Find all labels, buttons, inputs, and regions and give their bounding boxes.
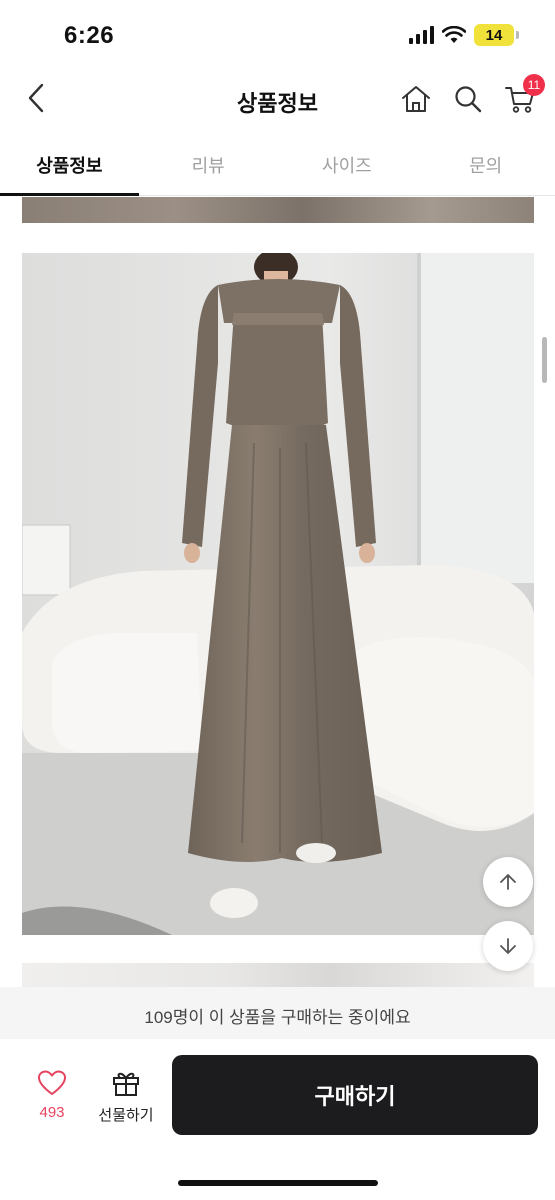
status-time: 6:26 <box>64 22 115 49</box>
product-detail-content[interactable] <box>0 197 555 987</box>
product-image <box>22 253 534 935</box>
buy-button[interactable]: 구매하기 <box>172 1055 538 1135</box>
product-image-partial-next <box>22 963 534 987</box>
product-image-partial <box>22 197 534 223</box>
signal-icon <box>409 26 434 44</box>
cart-count-badge: 11 <box>523 74 545 96</box>
battery-icon: 14 <box>474 24 514 46</box>
tab-product-info[interactable]: 상품정보 <box>0 132 139 196</box>
wifi-icon <box>442 26 466 43</box>
model-photo <box>22 253 534 935</box>
tab-reviews[interactable]: 리뷰 <box>139 132 278 195</box>
back-button[interactable] <box>18 80 54 116</box>
gift-icon <box>113 1072 139 1096</box>
tab-inquiry[interactable]: 문의 <box>416 132 555 195</box>
nav-bar: 상품정보 11 <box>0 66 555 132</box>
scroll-down-button[interactable] <box>483 921 533 971</box>
bottom-action-bar: 493 선물하기 구매하기 <box>0 1039 555 1200</box>
gift-label: 선물하기 <box>98 1107 154 1124</box>
cart-button[interactable]: 11 <box>501 74 545 118</box>
tab-bar: 상품정보 리뷰 사이즈 문의 <box>0 132 555 196</box>
search-button[interactable] <box>449 80 487 118</box>
status-icons: 14 <box>409 24 519 46</box>
back-chevron-icon <box>28 83 44 113</box>
arrow-up-icon <box>500 874 516 890</box>
search-icon <box>455 86 482 113</box>
wishlist-button[interactable]: 493 <box>28 1069 76 1121</box>
arrow-down-icon <box>500 938 516 954</box>
nav-actions: 11 <box>397 74 545 118</box>
wishlist-count: 493 <box>39 1104 65 1121</box>
status-bar: 6:26 14 <box>0 0 555 66</box>
heart-icon <box>38 1070 66 1095</box>
scroll-up-button[interactable] <box>483 857 533 907</box>
purchase-activity-notice: 109명이 이 상품을 구매하는 중이에요 <box>0 987 555 1039</box>
scrollbar[interactable] <box>542 337 547 383</box>
gift-button[interactable]: 선물하기 <box>92 1069 160 1125</box>
home-icon <box>402 86 430 112</box>
tab-size[interactable]: 사이즈 <box>278 132 417 195</box>
home-indicator <box>178 1180 378 1186</box>
home-button[interactable] <box>397 80 435 118</box>
